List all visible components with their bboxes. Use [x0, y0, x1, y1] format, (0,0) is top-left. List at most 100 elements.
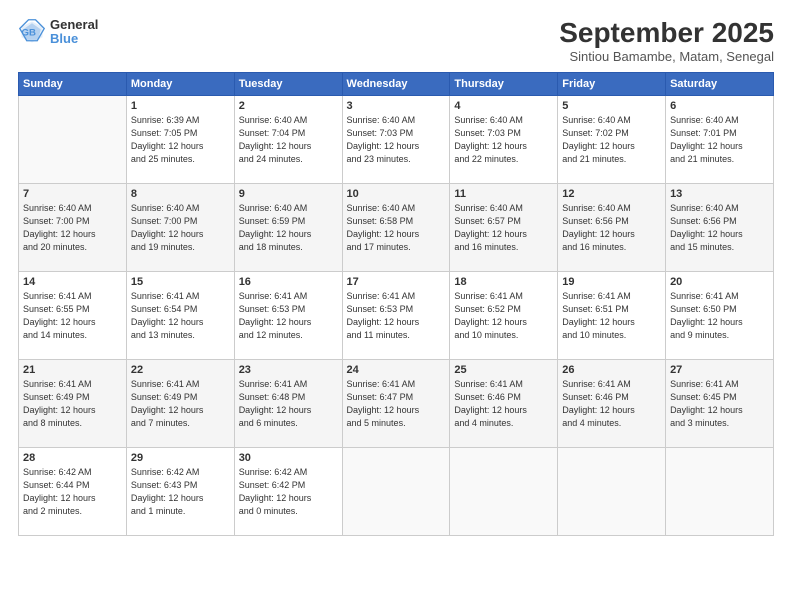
location-subtitle: Sintiou Bamambe, Matam, Senegal [559, 49, 774, 64]
day-info: Sunrise: 6:40 AM Sunset: 6:58 PM Dayligh… [347, 202, 446, 254]
day-info: Sunrise: 6:42 AM Sunset: 6:43 PM Dayligh… [131, 466, 230, 518]
day-number: 28 [23, 452, 122, 464]
calendar-cell: 29 Sunrise: 6:42 AM Sunset: 6:43 PM Dayli… [126, 447, 234, 535]
day-info: Sunrise: 6:41 AM Sunset: 6:46 PM Dayligh… [454, 378, 553, 430]
calendar-body: 1 Sunrise: 6:39 AM Sunset: 7:05 PM Daylig… [19, 95, 774, 535]
calendar-header: SundayMondayTuesdayWednesdayThursdayFrid… [19, 72, 774, 95]
day-number: 24 [347, 364, 446, 376]
day-number: 9 [239, 188, 338, 200]
day-info: Sunrise: 6:41 AM Sunset: 6:46 PM Dayligh… [562, 378, 661, 430]
day-number: 29 [131, 452, 230, 464]
calendar-week-5: 28 Sunrise: 6:42 AM Sunset: 6:44 PM Dayli… [19, 447, 774, 535]
calendar-cell [558, 447, 666, 535]
day-number: 18 [454, 276, 553, 288]
day-number: 21 [23, 364, 122, 376]
day-info: Sunrise: 6:41 AM Sunset: 6:55 PM Dayligh… [23, 290, 122, 342]
calendar-cell: 7Sunrise: 6:40 AM Sunset: 7:00 PM Daylig… [19, 183, 127, 271]
day-info: Sunrise: 6:41 AM Sunset: 6:49 PM Dayligh… [131, 378, 230, 430]
day-number: 25 [454, 364, 553, 376]
calendar-cell: 27 Sunrise: 6:41 AM Sunset: 6:45 PM Dayli… [666, 359, 774, 447]
day-number: 27 [670, 364, 769, 376]
calendar-cell: 28 Sunrise: 6:42 AM Sunset: 6:44 PM Dayli… [19, 447, 127, 535]
day-number: 15 [131, 276, 230, 288]
calendar-cell: 12 Sunrise: 6:40 AM Sunset: 6:56 PM Dayli… [558, 183, 666, 271]
calendar-week-2: 7Sunrise: 6:40 AM Sunset: 7:00 PM Daylig… [19, 183, 774, 271]
header: GB General Blue September 2025 Sintiou B… [18, 18, 774, 64]
day-number: 23 [239, 364, 338, 376]
calendar-cell: 1 Sunrise: 6:39 AM Sunset: 7:05 PM Daylig… [126, 95, 234, 183]
day-info: Sunrise: 6:41 AM Sunset: 6:54 PM Dayligh… [131, 290, 230, 342]
day-number: 4 [454, 100, 553, 112]
day-info: Sunrise: 6:41 AM Sunset: 6:47 PM Dayligh… [347, 378, 446, 430]
day-info: Sunrise: 6:42 AM Sunset: 6:42 PM Dayligh… [239, 466, 338, 518]
day-info: Sunrise: 6:40 AM Sunset: 6:59 PM Dayligh… [239, 202, 338, 254]
calendar-cell: 25 Sunrise: 6:41 AM Sunset: 6:46 PM Dayli… [450, 359, 558, 447]
calendar-cell [19, 95, 127, 183]
day-info: Sunrise: 6:39 AM Sunset: 7:05 PM Dayligh… [131, 114, 230, 166]
weekday-header-monday: Monday [126, 72, 234, 95]
calendar-cell: 9 Sunrise: 6:40 AM Sunset: 6:59 PM Daylig… [234, 183, 342, 271]
calendar-cell [666, 447, 774, 535]
day-info: Sunrise: 6:40 AM Sunset: 7:00 PM Dayligh… [23, 202, 122, 254]
calendar-cell: 20 Sunrise: 6:41 AM Sunset: 6:50 PM Dayli… [666, 271, 774, 359]
calendar-cell: 17Sunrise: 6:41 AM Sunset: 6:53 PM Dayli… [342, 271, 450, 359]
day-number: 13 [670, 188, 769, 200]
calendar-cell: 8Sunrise: 6:40 AM Sunset: 7:00 PM Daylig… [126, 183, 234, 271]
logo-line1: General [50, 18, 98, 32]
calendar-cell: 10 Sunrise: 6:40 AM Sunset: 6:58 PM Dayli… [342, 183, 450, 271]
calendar-cell: 11Sunrise: 6:40 AM Sunset: 6:57 PM Dayli… [450, 183, 558, 271]
title-block: September 2025 Sintiou Bamambe, Matam, S… [559, 18, 774, 64]
calendar-cell [342, 447, 450, 535]
calendar-cell: 18Sunrise: 6:41 AM Sunset: 6:52 PM Dayli… [450, 271, 558, 359]
calendar-cell: 2 Sunrise: 6:40 AM Sunset: 7:04 PM Daylig… [234, 95, 342, 183]
day-info: Sunrise: 6:41 AM Sunset: 6:49 PM Dayligh… [23, 378, 122, 430]
day-number: 20 [670, 276, 769, 288]
calendar-cell: 15 Sunrise: 6:41 AM Sunset: 6:54 PM Dayli… [126, 271, 234, 359]
logo-line2: Blue [50, 32, 98, 46]
day-info: Sunrise: 6:40 AM Sunset: 7:00 PM Dayligh… [131, 202, 230, 254]
logo: GB General Blue [18, 18, 98, 47]
day-info: Sunrise: 6:40 AM Sunset: 6:56 PM Dayligh… [562, 202, 661, 254]
day-number: 12 [562, 188, 661, 200]
day-number: 11 [454, 188, 553, 200]
day-number: 6 [670, 100, 769, 112]
day-number: 2 [239, 100, 338, 112]
day-number: 16 [239, 276, 338, 288]
calendar-cell: 21 Sunrise: 6:41 AM Sunset: 6:49 PM Dayli… [19, 359, 127, 447]
svg-text:GB: GB [22, 28, 36, 39]
logo-text: General Blue [50, 18, 98, 47]
day-number: 17 [347, 276, 446, 288]
day-number: 5 [562, 100, 661, 112]
calendar-table: SundayMondayTuesdayWednesdayThursdayFrid… [18, 72, 774, 536]
day-info: Sunrise: 6:41 AM Sunset: 6:50 PM Dayligh… [670, 290, 769, 342]
day-info: Sunrise: 6:41 AM Sunset: 6:45 PM Dayligh… [670, 378, 769, 430]
day-info: Sunrise: 6:40 AM Sunset: 7:04 PM Dayligh… [239, 114, 338, 166]
weekday-header-thursday: Thursday [450, 72, 558, 95]
day-info: Sunrise: 6:41 AM Sunset: 6:48 PM Dayligh… [239, 378, 338, 430]
calendar-cell: 22Sunrise: 6:41 AM Sunset: 6:49 PM Dayli… [126, 359, 234, 447]
day-info: Sunrise: 6:42 AM Sunset: 6:44 PM Dayligh… [23, 466, 122, 518]
day-number: 1 [131, 100, 230, 112]
calendar-cell: 4Sunrise: 6:40 AM Sunset: 7:03 PM Daylig… [450, 95, 558, 183]
day-info: Sunrise: 6:40 AM Sunset: 6:56 PM Dayligh… [670, 202, 769, 254]
day-number: 19 [562, 276, 661, 288]
calendar-cell [450, 447, 558, 535]
day-info: Sunrise: 6:40 AM Sunset: 7:03 PM Dayligh… [347, 114, 446, 166]
weekday-header-sunday: Sunday [19, 72, 127, 95]
calendar-cell: 6Sunrise: 6:40 AM Sunset: 7:01 PM Daylig… [666, 95, 774, 183]
calendar-cell: 24 Sunrise: 6:41 AM Sunset: 6:47 PM Dayli… [342, 359, 450, 447]
calendar-cell: 23 Sunrise: 6:41 AM Sunset: 6:48 PM Dayli… [234, 359, 342, 447]
calendar-week-3: 14 Sunrise: 6:41 AM Sunset: 6:55 PM Dayli… [19, 271, 774, 359]
calendar-cell: 5 Sunrise: 6:40 AM Sunset: 7:02 PM Daylig… [558, 95, 666, 183]
day-number: 10 [347, 188, 446, 200]
day-info: Sunrise: 6:41 AM Sunset: 6:53 PM Dayligh… [239, 290, 338, 342]
day-number: 14 [23, 276, 122, 288]
day-number: 26 [562, 364, 661, 376]
weekday-header-saturday: Saturday [666, 72, 774, 95]
calendar-cell: 3Sunrise: 6:40 AM Sunset: 7:03 PM Daylig… [342, 95, 450, 183]
day-number: 30 [239, 452, 338, 464]
calendar-week-4: 21 Sunrise: 6:41 AM Sunset: 6:49 PM Dayli… [19, 359, 774, 447]
day-info: Sunrise: 6:40 AM Sunset: 7:02 PM Dayligh… [562, 114, 661, 166]
weekday-header-friday: Friday [558, 72, 666, 95]
day-info: Sunrise: 6:41 AM Sunset: 6:51 PM Dayligh… [562, 290, 661, 342]
